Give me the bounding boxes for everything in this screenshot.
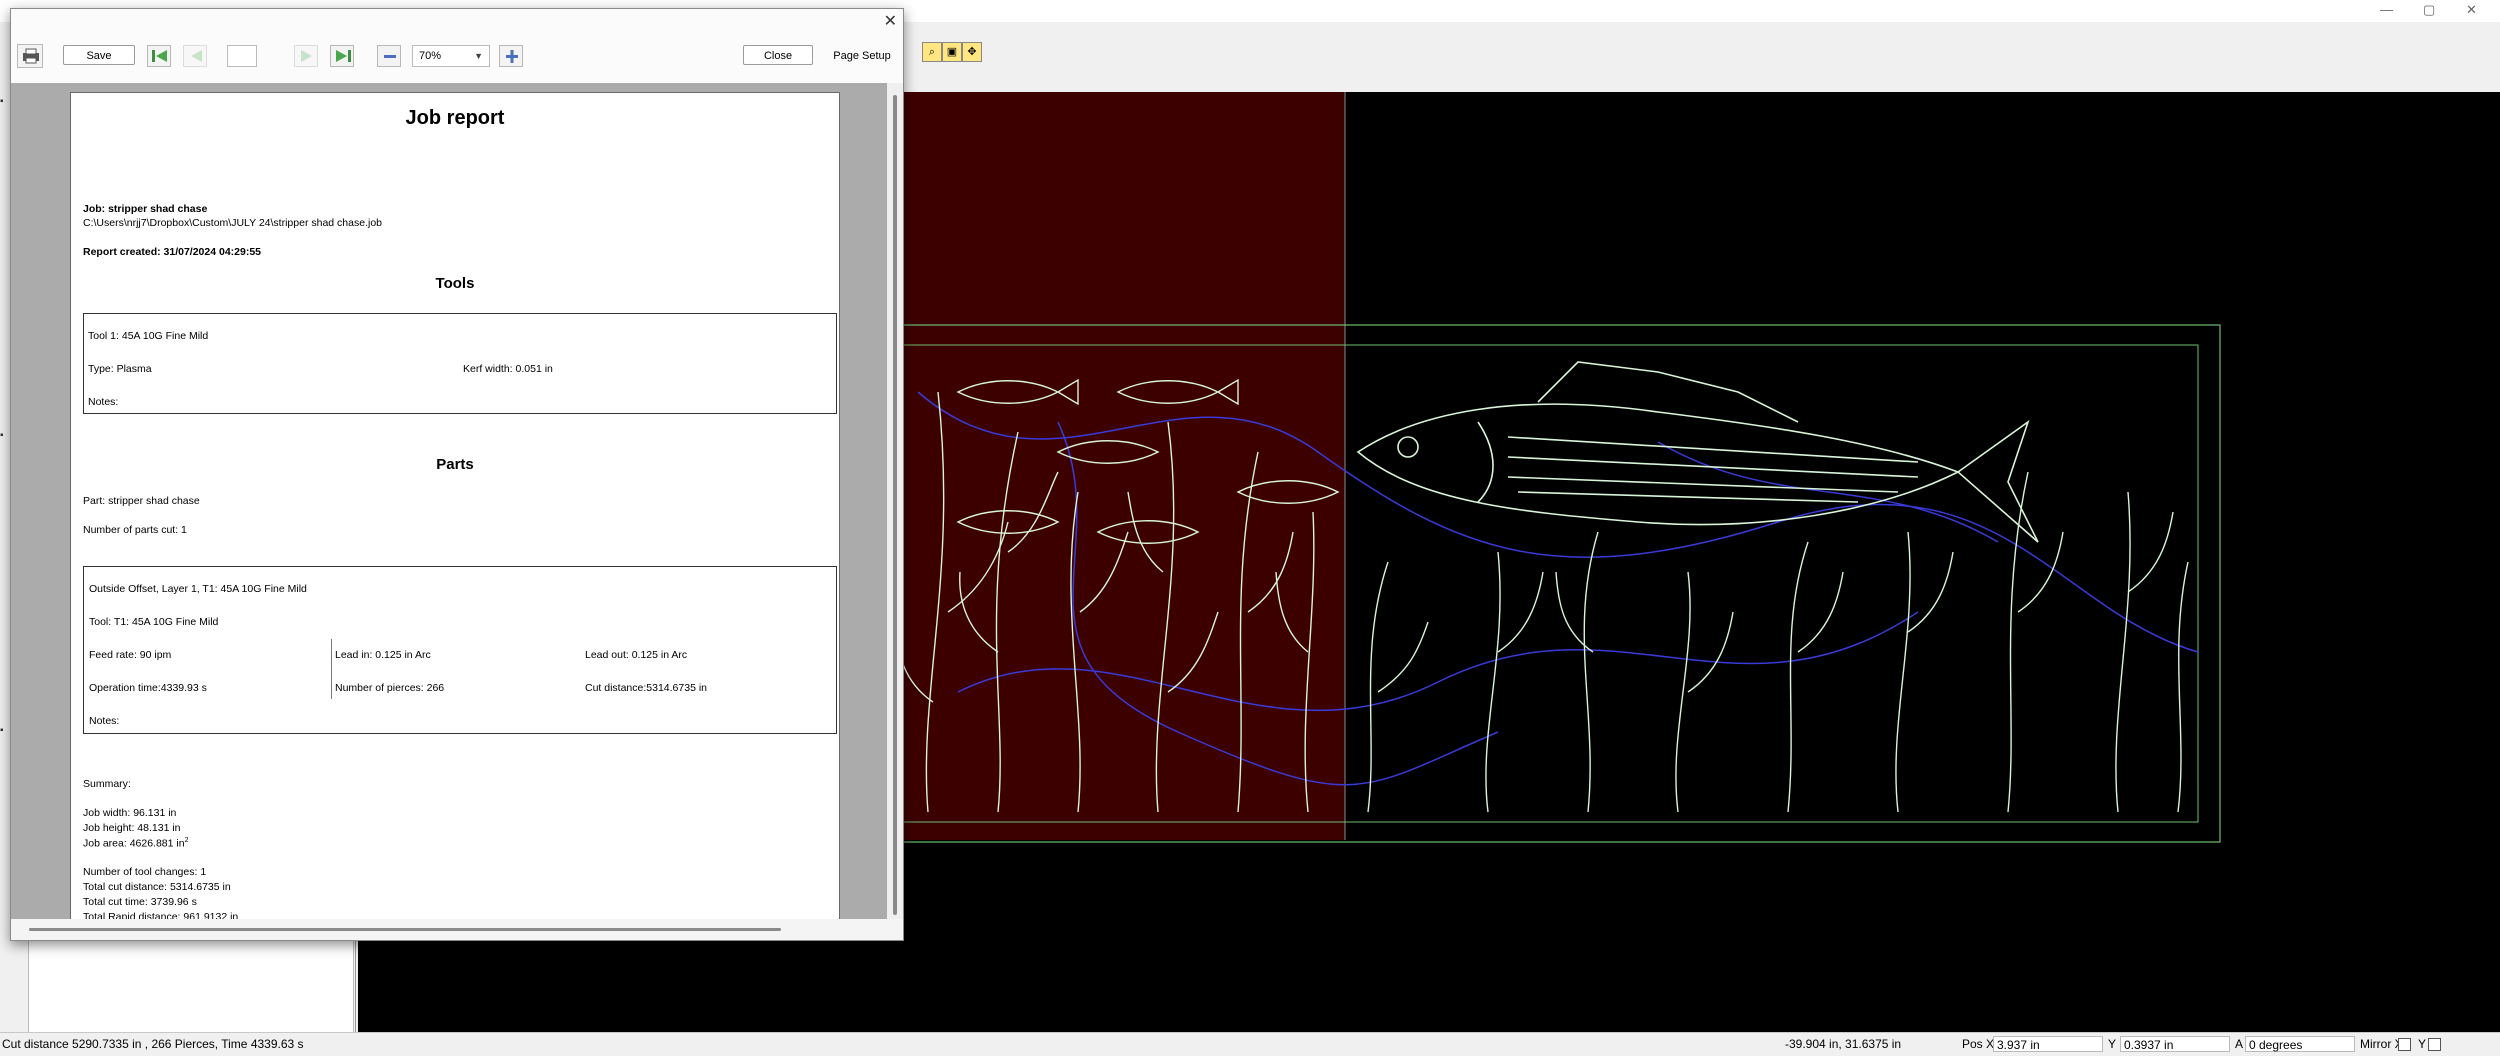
scrollbar-thumb[interactable] xyxy=(29,928,781,931)
part-name: Part: stripper shad chase xyxy=(83,495,200,507)
app-close-button[interactable]: ✕ xyxy=(2466,2,2477,18)
job-height: Job height: 48.131 in xyxy=(83,822,181,834)
mirror-y-checkbox[interactable] xyxy=(2428,1038,2441,1051)
lead-in: Lead in: 0.125 in Arc xyxy=(335,649,431,661)
previous-page-icon[interactable] xyxy=(183,45,207,67)
pos-x-label: Pos X xyxy=(1962,1037,1995,1051)
report-title: Job report xyxy=(405,107,505,129)
scrollbar-thumb[interactable] xyxy=(893,95,897,915)
operation-tool: Tool: T1: 45A 10G Fine Mild xyxy=(89,616,219,628)
job-name: Job: stripper shad chase xyxy=(83,203,208,215)
panel-tab-icon[interactable]: ▪ xyxy=(0,725,8,736)
job-area-value: Job area: 4626.881 in xyxy=(83,837,185,850)
total-cut-distance: Total cut distance: 5314.6735 in xyxy=(83,881,231,893)
mirror-x-label: Mirror X xyxy=(2360,1037,2403,1051)
y-label: Y xyxy=(2108,1037,2117,1051)
print-preview-dialog: ✕ Save Close Page Setup 70% ▼ Job report… xyxy=(10,8,904,941)
zoom-select[interactable]: 70% ▼ xyxy=(412,45,490,67)
tool-box: Tool 1: 45A 10G Fine Mild Type: Plasma K… xyxy=(83,313,837,414)
cursor-coordinates: -39.904 in, 31.6375 in xyxy=(1785,1037,1902,1051)
job-path: C:\Users\nrjj7\Dropbox\Custom\JULY 24\st… xyxy=(83,217,382,229)
save-button[interactable]: Save xyxy=(63,45,135,65)
operation-time: Operation time:4339.93 s xyxy=(89,682,207,694)
angle-input[interactable]: 0 degrees xyxy=(2245,1036,2355,1052)
horizontal-scrollbar[interactable] xyxy=(11,919,903,940)
parts-cut-count: Number of parts cut: 1 xyxy=(83,524,187,536)
pos-y-input[interactable]: 0.3937 in xyxy=(2120,1036,2230,1052)
cut-distance: Cut distance:5314.6735 in xyxy=(585,682,708,694)
zoom-fit-icon[interactable]: ✥ xyxy=(962,42,982,62)
job-area: Job area: 4626.881 in2 xyxy=(83,837,189,850)
angle-label: A xyxy=(2235,1037,2244,1051)
preview-area[interactable]: Job report Job: stripper shad chase C:\U… xyxy=(11,83,903,919)
pierce-count: Number of pierces: 266 xyxy=(335,682,445,694)
chevron-down-icon: ▼ xyxy=(474,51,483,61)
status-bar: Cut distance 5290.7335 in , 266 Pierces,… xyxy=(0,1032,2500,1056)
pos-x-input[interactable]: 3.937 in xyxy=(1993,1036,2103,1052)
total-rapid-distance: Total Rapid distance: 961.9132 in xyxy=(83,911,239,919)
total-cut-time: Total cut time: 3739.96 s xyxy=(83,896,197,908)
close-button[interactable]: Close xyxy=(743,45,813,65)
vertical-scrollbar[interactable] xyxy=(887,83,903,919)
job-width: Job width: 96.131 in xyxy=(83,807,177,819)
cut-summary-status: Cut distance 5290.7335 in , 266 Pierces,… xyxy=(2,1037,304,1051)
job-area-unit-exponent: 2 xyxy=(184,837,189,844)
zoom-tool-icon[interactable]: ⌕ xyxy=(922,42,942,62)
maximize-button[interactable]: ▢ xyxy=(2423,2,2435,18)
tool-changes: Number of tool changes: 1 xyxy=(83,866,207,878)
page-number-input[interactable] xyxy=(227,45,257,67)
report-created: Report created: 31/07/2024 04:29:55 xyxy=(83,246,262,258)
panel-tab-icon[interactable]: ▪ xyxy=(0,96,8,107)
dialog-close-icon[interactable]: ✕ xyxy=(884,11,897,31)
zoom-window-icon[interactable]: ▣ xyxy=(942,42,962,62)
kerf-width: Kerf width: 0.051 in xyxy=(463,363,553,375)
zoom-value: 70% xyxy=(419,50,442,62)
operation-title: Outside Offset, Layer 1, T1: 45A 10G Fin… xyxy=(89,583,307,595)
tool-name: Tool 1: 45A 10G Fine Mild xyxy=(88,330,209,342)
zoom-out-icon[interactable] xyxy=(377,45,401,67)
summary-label: Summary: xyxy=(83,778,131,790)
tools-heading: Tools xyxy=(435,275,475,292)
last-page-icon[interactable] xyxy=(330,45,354,67)
lead-out: Lead out: 0.125 in Arc xyxy=(585,649,688,661)
mirror-y-label: Y xyxy=(2418,1037,2427,1051)
tool-notes: Notes: xyxy=(88,396,119,408)
large-fish-cut-path xyxy=(1356,361,2039,543)
operation-notes: Notes: xyxy=(89,715,120,727)
column-divider xyxy=(331,639,332,699)
first-page-icon[interactable] xyxy=(147,45,171,67)
tool-type: Type: Plasma xyxy=(88,363,152,375)
next-page-icon[interactable] xyxy=(294,45,318,67)
zoom-in-icon[interactable] xyxy=(499,45,523,67)
operation-box: Outside Offset, Layer 1, T1: 45A 10G Fin… xyxy=(83,566,837,734)
minimize-button[interactable]: — xyxy=(2380,2,2393,17)
panel-tab-icon[interactable]: ▪ xyxy=(0,430,8,441)
feed-rate: Feed rate: 90 ipm xyxy=(89,649,172,661)
print-icon[interactable] xyxy=(17,44,43,68)
report-page: Job report Job: stripper shad chase C:\U… xyxy=(71,93,839,919)
parts-heading: Parts xyxy=(436,456,474,473)
mirror-x-checkbox[interactable] xyxy=(2398,1038,2411,1051)
page-setup-button[interactable]: Page Setup xyxy=(826,45,898,65)
